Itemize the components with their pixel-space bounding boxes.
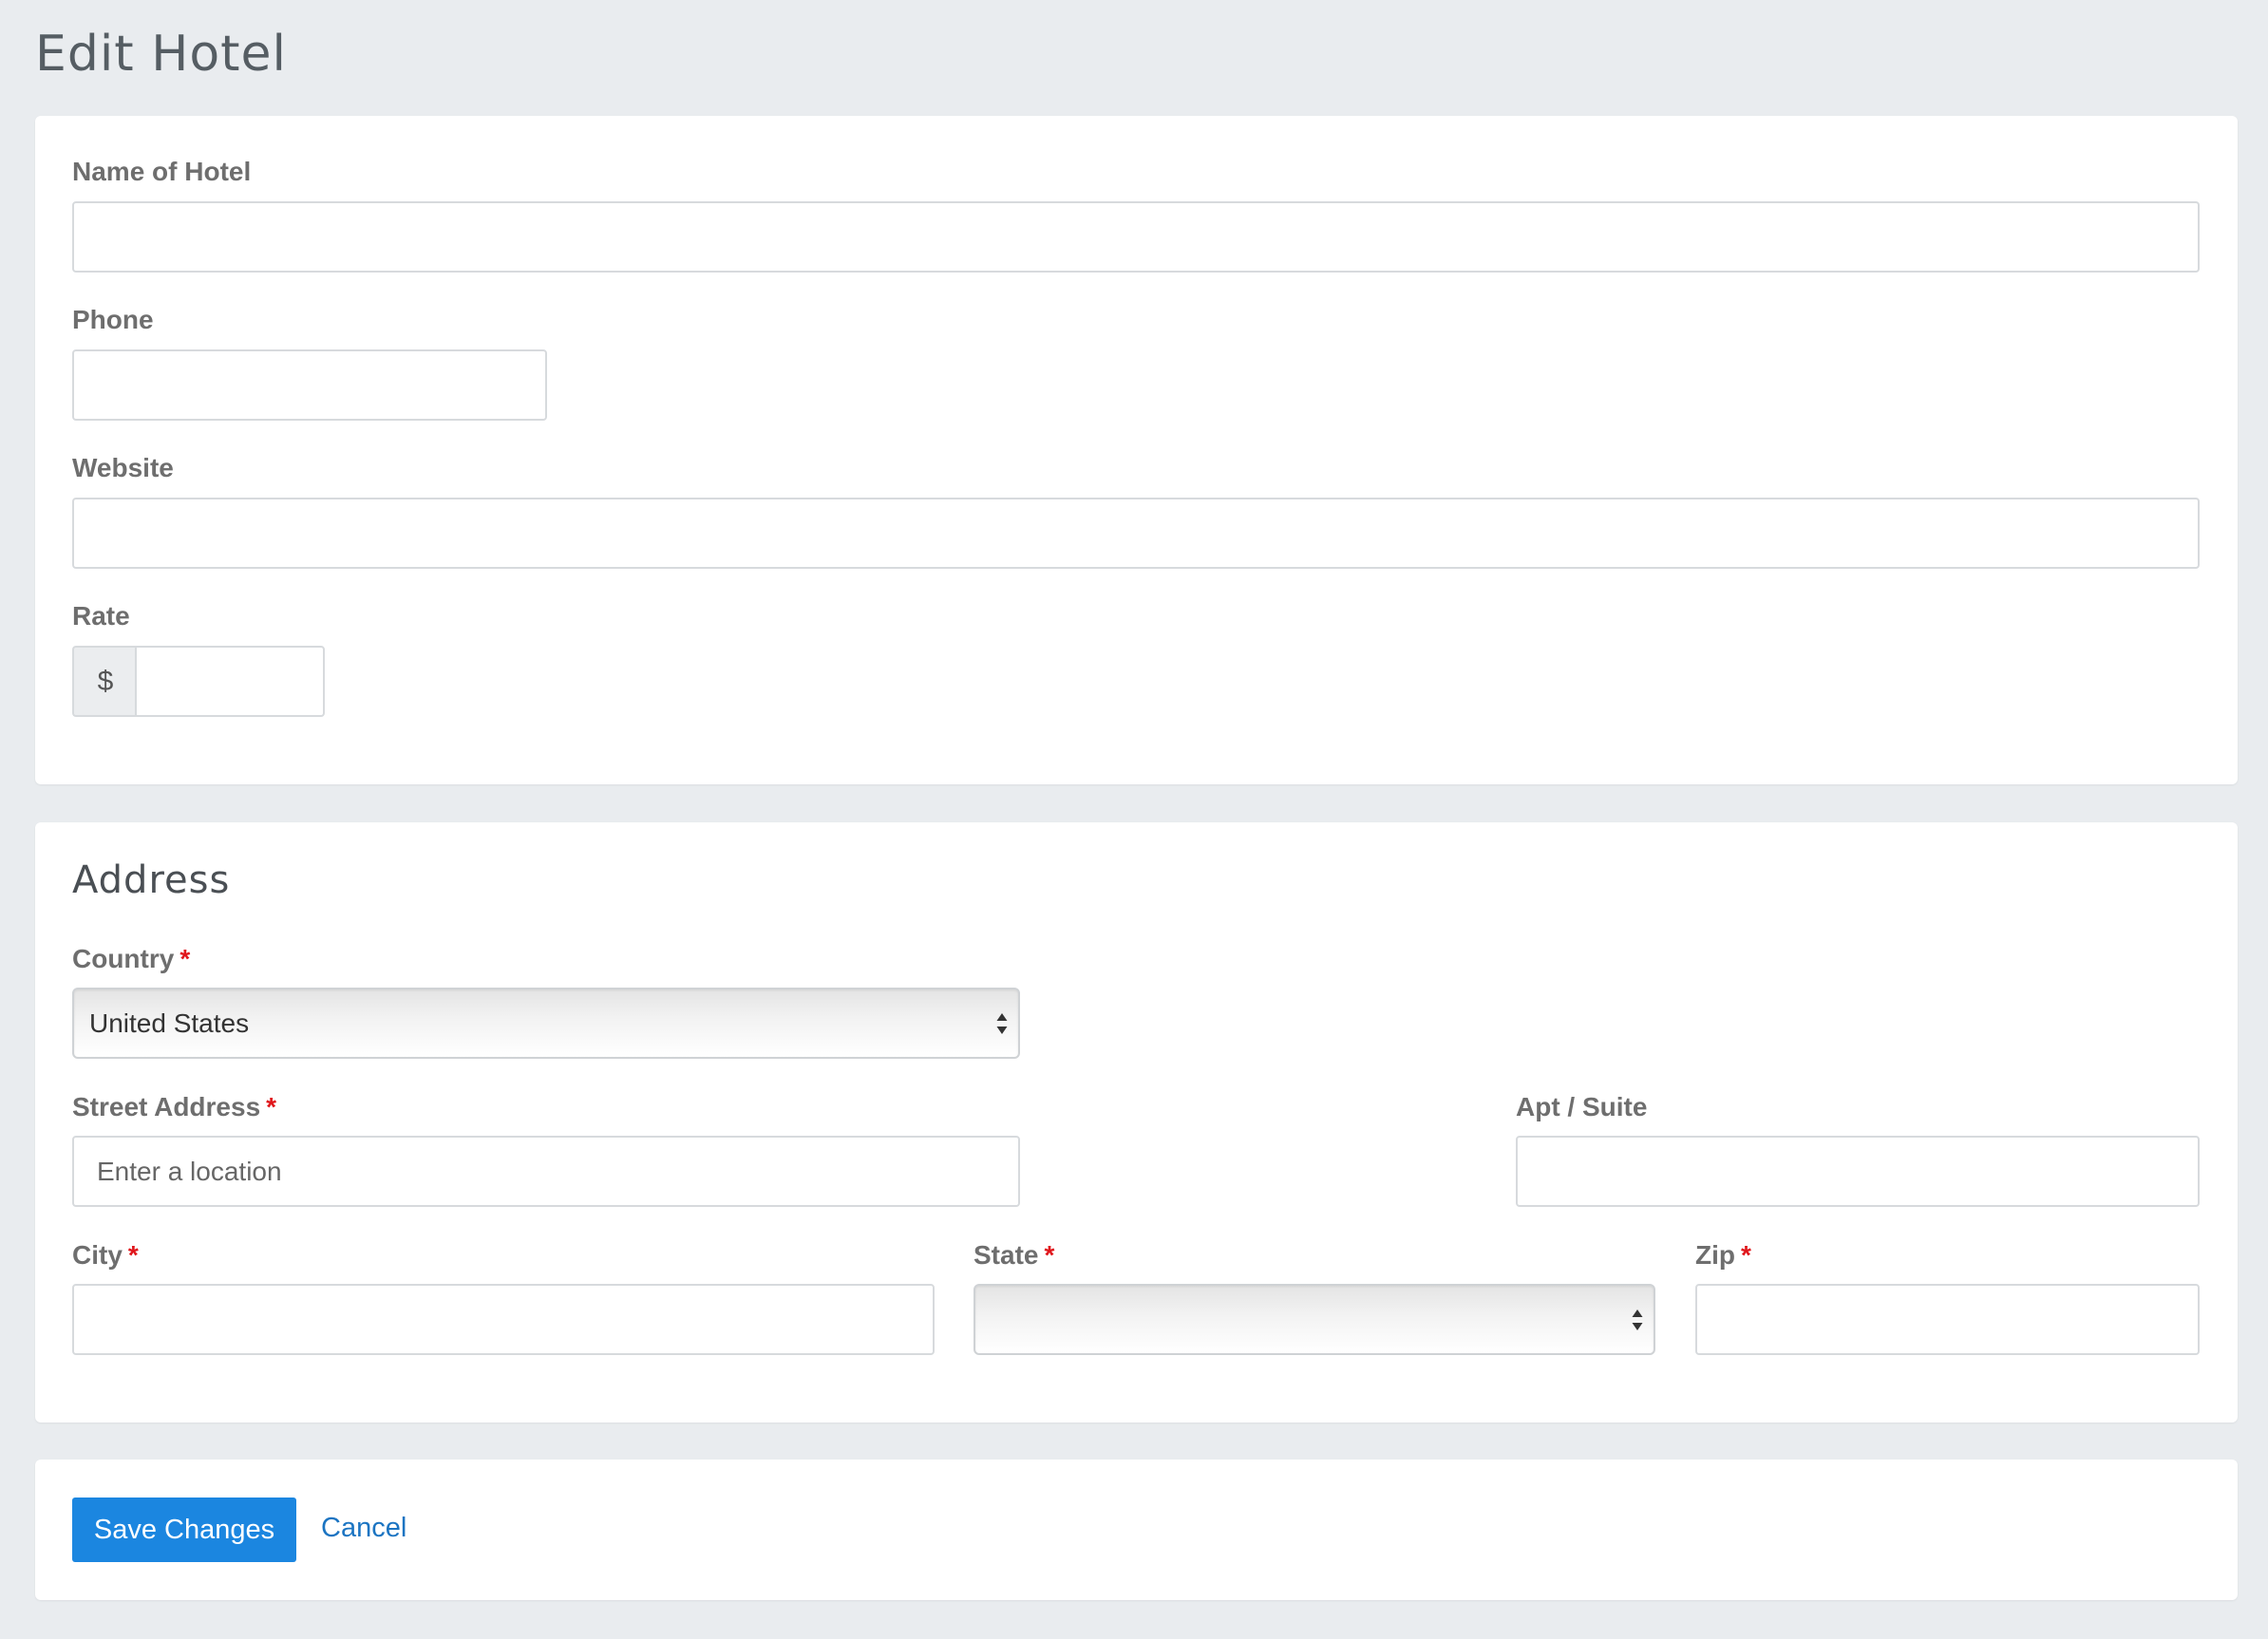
zip-input[interactable] (1695, 1284, 2200, 1355)
cancel-link[interactable]: Cancel (321, 1509, 406, 1547)
select-arrows-icon (996, 1012, 1008, 1034)
state-label: State * (973, 1239, 1054, 1272)
city-input[interactable] (72, 1284, 935, 1355)
page-title: Edit Hotel (35, 26, 287, 83)
country-label: Country * (72, 943, 190, 975)
website-input[interactable] (72, 498, 2200, 569)
name-of-hotel-input[interactable] (72, 201, 2200, 273)
phone-label: Phone (72, 305, 154, 334)
city-label: City * (72, 1239, 139, 1272)
required-marker: * (1741, 1240, 1751, 1270)
rate-label: Rate (72, 601, 130, 631)
street-address-input[interactable] (72, 1136, 1020, 1207)
required-marker: * (1044, 1240, 1055, 1270)
required-marker: * (127, 1240, 139, 1270)
form-actions-card: Save Changes Cancel (35, 1460, 2238, 1600)
country-label-text: Country (72, 944, 175, 973)
required-marker: * (180, 944, 191, 973)
street-address-label-text: Street Address (72, 1092, 261, 1121)
zip-label: Zip * (1695, 1239, 1751, 1272)
select-arrows-icon (1632, 1309, 1643, 1330)
address-section-title: Address (72, 858, 231, 902)
city-label-text: City (72, 1240, 123, 1270)
state-label-text: State (973, 1240, 1039, 1270)
zip-label-text: Zip (1695, 1240, 1735, 1270)
state-select[interactable] (973, 1284, 1655, 1355)
apt-suite-input[interactable] (1516, 1136, 2200, 1207)
street-address-label: Street Address * (72, 1091, 276, 1123)
website-label: Website (72, 453, 174, 482)
hotel-details-card: Name of Hotel Phone Website Rate $ (35, 116, 2238, 784)
save-changes-button[interactable]: Save Changes (72, 1498, 296, 1562)
currency-addon: $ (72, 646, 137, 717)
address-card: Address Country * United States Street Ad… (35, 822, 2238, 1422)
required-marker: * (266, 1092, 277, 1121)
country-select[interactable]: United States (72, 988, 1020, 1059)
phone-input[interactable] (72, 349, 547, 421)
country-selected-value: United States (89, 1008, 250, 1038)
name-of-hotel-label: Name of Hotel (72, 157, 252, 186)
rate-input[interactable] (135, 646, 325, 717)
apt-suite-label: Apt / Suite (1516, 1092, 1648, 1121)
